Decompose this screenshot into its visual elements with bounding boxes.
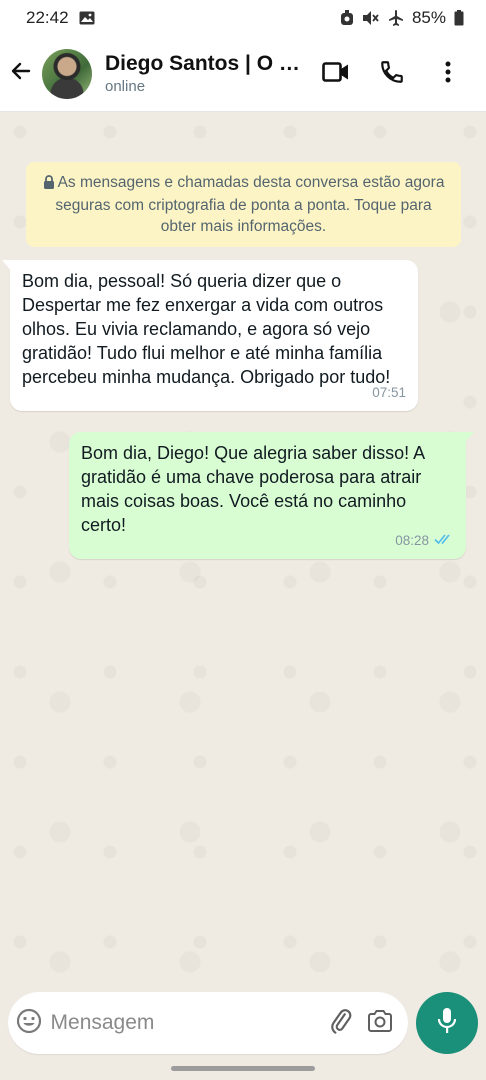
airplane-icon [388,10,404,26]
message-outgoing[interactable]: Bom dia, Diego! Que alegria saber disso!… [69,432,474,559]
emoji-button[interactable] [8,1008,51,1039]
encryption-notice[interactable]: As mensagens e chamadas desta conversa e… [26,162,461,247]
gallery-icon [79,11,95,25]
video-call-button[interactable] [308,46,364,102]
camera-button[interactable] [361,999,400,1047]
status-time: 22:42 [26,8,69,27]
back-arrow-icon [9,59,33,88]
phone-icon [379,59,405,90]
message-input[interactable] [50,1011,322,1035]
message-incoming[interactable]: Bom dia, pessoal! Só queria dizer que o … [2,260,418,411]
camera-icon [367,1009,393,1038]
paperclip-icon [328,1008,354,1039]
contact-info[interactable]: Diego Santos | O Despertar online [105,52,305,95]
message-text: Bom dia, Diego! Que alegria saber disso!… [81,443,425,535]
video-call-icon [322,61,350,88]
status-bar: 22:42 85% [0,0,486,36]
voice-message-button[interactable] [416,992,478,1054]
emoji-icon [16,1008,42,1039]
contact-status: online [105,78,146,95]
message-time: 08:28 [395,533,429,548]
message-composer [8,992,408,1054]
battery-percent: 85% [411,8,446,27]
message-text: Bom dia, pessoal! Só queria dizer que o … [22,271,391,387]
mute-icon [362,10,380,26]
microphone-icon [436,1007,458,1040]
avatar[interactable] [42,48,92,99]
chat-header: Diego Santos | O Despertar online [0,36,486,112]
contact-name: Diego Santos | O Despertar [105,52,301,75]
voice-call-button[interactable] [364,46,420,102]
gesture-nav-bar[interactable] [171,1066,315,1071]
battery-icon [454,10,464,26]
attach-button[interactable] [322,999,361,1047]
back-button[interactable] [0,36,42,112]
more-options-button[interactable] [420,46,476,102]
more-vert-icon [445,60,451,89]
chat-area[interactable]: As mensagens e chamadas desta conversa e… [0,112,486,992]
message-time: 07:51 [372,385,406,400]
lock-icon [43,174,55,195]
alarm-icon [340,10,354,26]
encryption-notice-text: As mensagens e chamadas desta conversa e… [55,174,445,235]
double-check-icon [434,529,454,553]
